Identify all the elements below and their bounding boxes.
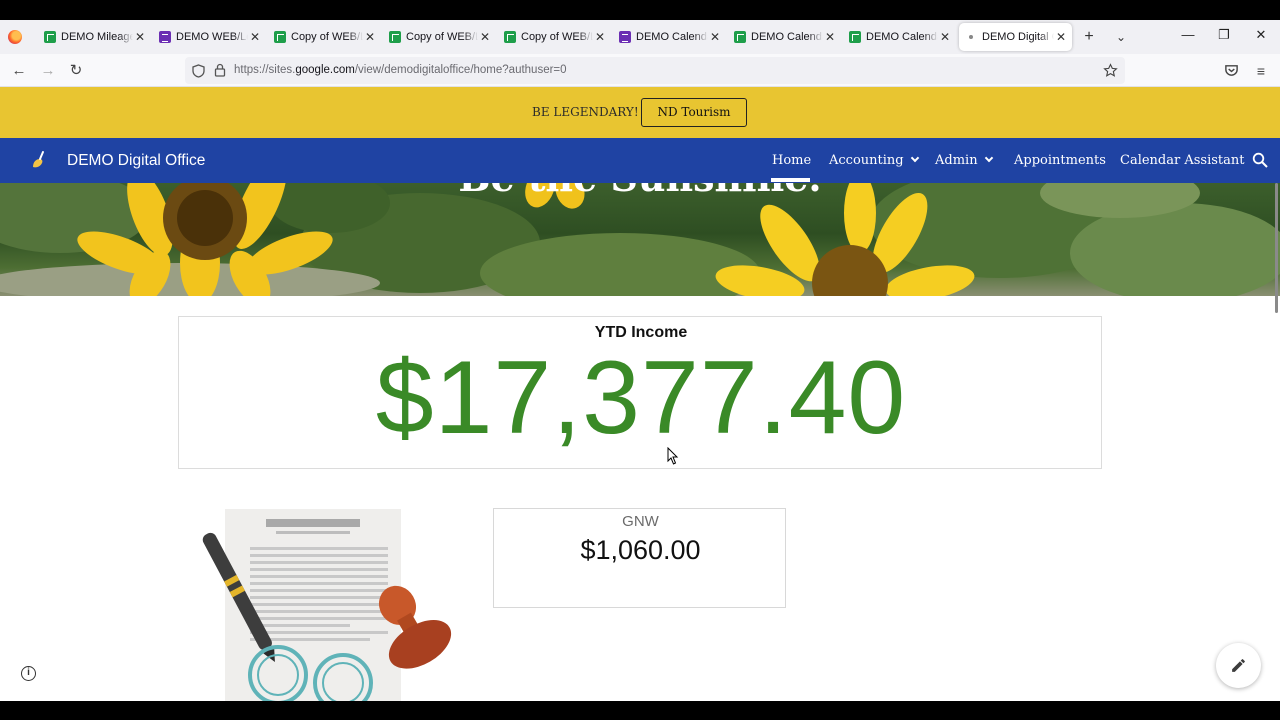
page-scrollbar[interactable] <box>1275 183 1278 313</box>
tab-copy-of-web-3[interactable]: Copy of WEB/Lo ✕ <box>498 23 611 51</box>
close-tab-icon[interactable]: ✕ <box>133 30 147 44</box>
hero-title: Be the Sunshine. <box>0 183 1280 200</box>
announcement-text: BE LEGENDARY! <box>532 105 639 119</box>
nav-home[interactable]: Home <box>772 153 811 168</box>
nav-calendar-assistant[interactable]: Calendar Assistant <box>1120 153 1244 168</box>
reload-icon[interactable]: ↻ <box>67 62 85 80</box>
lock-icon[interactable] <box>214 63 226 77</box>
browser-tab-strip: DEMO Mileage ✕ DEMO WEB/Log ✕ Copy of WE… <box>0 20 1280 54</box>
close-tab-icon[interactable]: ✕ <box>708 30 722 44</box>
menu-icon[interactable]: ≡ <box>1252 62 1270 80</box>
restore-icon[interactable]: ❐ <box>1209 27 1239 43</box>
nav-admin[interactable]: Admin <box>935 153 993 168</box>
tab-demo-digital-office[interactable]: DEMO Digital Of ✕ <box>959 23 1072 51</box>
close-tab-icon[interactable]: ✕ <box>938 30 952 44</box>
sheets-icon <box>504 31 516 43</box>
sheets-icon <box>734 31 746 43</box>
hero-banner: Be the Sunshine. <box>0 183 1280 296</box>
url-bar[interactable]: https://sites.google.com/view/demodigita… <box>185 57 1125 84</box>
gnw-value: $1,060.00 <box>580 535 701 565</box>
gnw-label: GNW <box>622 513 659 530</box>
close-tab-icon[interactable]: ✕ <box>823 30 837 44</box>
minimize-icon[interactable]: — <box>1173 27 1203 42</box>
tab-demo-mileage[interactable]: DEMO Mileage ✕ <box>38 23 151 51</box>
screen-top-border <box>0 0 1280 20</box>
chevron-down-icon <box>910 153 919 163</box>
new-tab-icon[interactable]: + <box>1079 28 1099 46</box>
site-header: DEMO Digital Office Home Accounting Admi… <box>0 138 1280 183</box>
nav-accounting[interactable]: Accounting <box>829 153 919 168</box>
tab-demo-web-log[interactable]: DEMO WEB/Log ✕ <box>153 23 266 51</box>
back-icon[interactable]: ← <box>10 62 28 80</box>
tab-demo-calendar-2[interactable]: DEMO Calendar ✕ <box>728 23 841 51</box>
sheets-icon <box>44 31 56 43</box>
browser-nav-bar: ← → ↻ https://sites.google.com/view/demo… <box>0 54 1280 87</box>
sheets-icon <box>274 31 286 43</box>
nd-tourism-button[interactable]: ND Tourism <box>641 98 747 127</box>
list-tabs-icon[interactable]: ⌄ <box>1111 28 1131 46</box>
tab-copy-of-web-2[interactable]: Copy of WEB/Lo ✕ <box>383 23 496 51</box>
tab-copy-of-web-1[interactable]: Copy of WEB/Lo ✕ <box>268 23 381 51</box>
forms-icon <box>159 31 171 43</box>
ytd-income-card: YTD Income $17,377.40 <box>178 316 1102 469</box>
sites-icon <box>965 31 977 43</box>
forward-icon[interactable]: → <box>39 62 57 80</box>
info-icon[interactable]: i <box>21 666 36 681</box>
announcement-banner: BE LEGENDARY! ND Tourism <box>0 87 1280 138</box>
close-tab-icon[interactable]: ✕ <box>248 30 262 44</box>
pocket-icon[interactable] <box>1224 63 1239 78</box>
mouse-cursor-icon <box>667 447 679 465</box>
chevron-down-icon <box>984 153 993 163</box>
bookmark-star-icon[interactable] <box>1103 63 1118 78</box>
pencil-icon <box>1232 659 1245 672</box>
sheets-icon <box>389 31 401 43</box>
url-text[interactable]: https://sites.google.com/view/demodigita… <box>234 64 567 76</box>
close-window-icon[interactable]: ✕ <box>1246 27 1276 43</box>
firefox-icon[interactable] <box>8 30 22 44</box>
close-tab-icon[interactable]: ✕ <box>593 30 607 44</box>
edit-button[interactable] <box>1216 643 1261 688</box>
close-tab-icon[interactable]: ✕ <box>1054 30 1068 44</box>
nav-active-indicator <box>771 178 810 182</box>
search-icon[interactable] <box>1252 152 1268 168</box>
page-viewport: BE LEGENDARY! ND Tourism DEMO Digital Of… <box>0 87 1280 701</box>
close-tab-icon[interactable]: ✕ <box>478 30 492 44</box>
sheets-icon <box>849 31 861 43</box>
tab-demo-calendar-1[interactable]: DEMO Calendar ✕ <box>613 23 726 51</box>
nav-appointments[interactable]: Appointments <box>1014 153 1106 168</box>
ytd-income-value: $17,377.40 <box>375 340 907 456</box>
tab-demo-calendar-3[interactable]: DEMO Calendar ✕ <box>843 23 956 51</box>
forms-icon <box>619 31 631 43</box>
site-logo-icon[interactable] <box>30 150 48 170</box>
shield-icon[interactable] <box>192 64 205 78</box>
document-stamp-illustration <box>202 509 452 701</box>
site-title[interactable]: DEMO Digital Office <box>67 152 205 170</box>
close-tab-icon[interactable]: ✕ <box>363 30 377 44</box>
gnw-card: GNW $1,060.00 <box>493 508 786 608</box>
